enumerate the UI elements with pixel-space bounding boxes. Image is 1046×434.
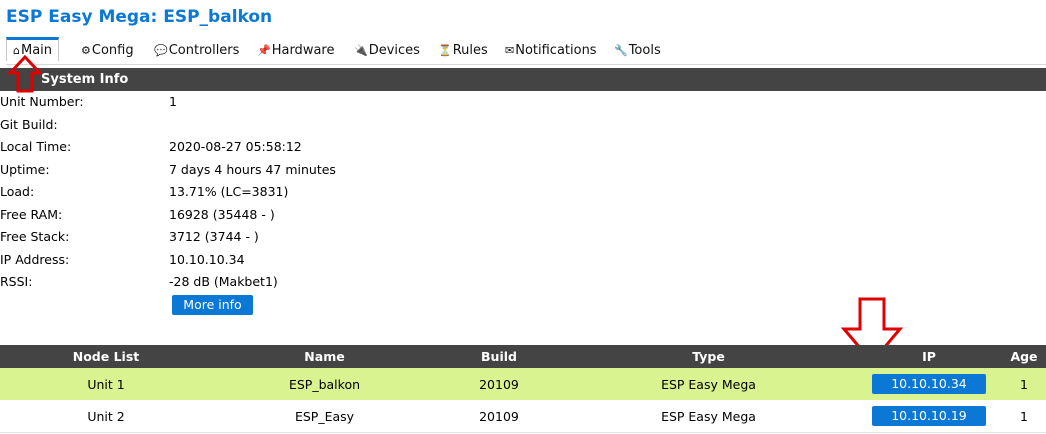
tab-config[interactable]: ⚙Config [81, 38, 134, 63]
info-label: Load: [0, 184, 35, 199]
node-list-table: Node List Name Build Type IP Age Unit 1 … [0, 345, 1046, 433]
tab-rules[interactable]: ⏳Rules [438, 38, 488, 63]
info-value: -28 dB (Makbet1) [169, 274, 278, 289]
cell-unit: Unit 1 [0, 368, 212, 400]
tab-tools[interactable]: 🔧Tools [614, 38, 661, 63]
info-label: Local Time: [0, 139, 72, 154]
table-header-row: Node List Name Build Type IP Age [0, 345, 1046, 368]
column-header-age: Age [1002, 345, 1046, 368]
ip-link-button[interactable]: 10.10.10.34 [872, 374, 986, 394]
info-value: 7 days 4 hours 47 minutes [169, 162, 336, 177]
info-label: Git Build: [0, 117, 58, 132]
cell-type: ESP Easy Mega [561, 400, 856, 433]
app-title: ESP Easy Mega: ESP_balkon [6, 7, 273, 27]
gear-icon: ⚙ [81, 44, 91, 57]
cell-build: 20109 [437, 368, 561, 400]
cell-name: ESP_balkon [212, 368, 437, 400]
tab-label: Rules [452, 43, 488, 58]
cell-unit: Unit 2 [0, 400, 212, 433]
info-value: 2020-08-27 05:58:12 [169, 139, 302, 154]
tab-label: Config [91, 43, 134, 58]
info-label: RSSI: [0, 274, 33, 289]
info-value: 16928 (35448 - ) [169, 207, 275, 222]
speech-bubble-icon: 💬 [154, 44, 168, 57]
cell-age: 1 [1002, 400, 1046, 433]
section-title: System Info [41, 72, 129, 87]
cell-type: ESP Easy Mega [561, 368, 856, 400]
info-label: Unit Number: [0, 94, 84, 109]
tab-controllers[interactable]: 💬Controllers [154, 38, 239, 63]
tab-notifications[interactable]: ✉Notifications [505, 38, 597, 63]
info-value: 13.71% (LC=3831) [169, 184, 289, 199]
cell-build: 20109 [437, 400, 561, 433]
plug-icon: 🔌 [354, 44, 368, 57]
column-header-type: Type [561, 345, 856, 368]
envelope-icon: ✉ [505, 44, 515, 57]
column-header-name: Name [212, 345, 437, 368]
cell-ip: 10.10.10.19 [856, 400, 1002, 433]
pin-icon: 📌 [257, 44, 271, 57]
tab-label: Controllers [168, 43, 240, 58]
table-row: Unit 2 ESP_Easy 20109 ESP Easy Mega 10.1… [0, 400, 1046, 433]
cell-name: ESP_Easy [212, 400, 437, 433]
table-row: Unit 1 ESP_balkon 20109 ESP Easy Mega 10… [0, 368, 1046, 400]
tab-hardware[interactable]: 📌Hardware [257, 38, 334, 63]
info-label: Free RAM: [0, 207, 63, 222]
info-label: IP Address: [0, 252, 70, 267]
tab-label: Hardware [271, 43, 335, 58]
tab-devices[interactable]: 🔌Devices [354, 38, 420, 63]
info-label: Free Stack: [0, 229, 70, 244]
tab-bar: ⌂Main ⚙Config 💬Controllers 📌Hardware 🔌De… [6, 37, 1046, 65]
tab-label: Devices [368, 43, 420, 58]
hourglass-icon: ⏳ [438, 44, 452, 57]
tab-label: Tools [628, 43, 661, 58]
more-info-button[interactable]: More info [172, 295, 253, 315]
tab-label: Notifications [515, 43, 597, 58]
info-label: Uptime: [0, 162, 50, 177]
wrench-icon: 🔧 [614, 44, 628, 57]
annotation-arrow-up-icon [8, 55, 42, 93]
column-header-build: Build [437, 345, 561, 368]
cell-ip: 10.10.10.34 [856, 368, 1002, 400]
system-info-header: System Info [0, 68, 1046, 91]
info-value: 1 [169, 94, 177, 109]
column-header-ip: IP [856, 345, 1002, 368]
info-value: 10.10.10.34 [169, 252, 245, 267]
ip-link-button[interactable]: 10.10.10.19 [872, 406, 986, 426]
info-value: 3712 (3744 - ) [169, 229, 259, 244]
cell-age: 1 [1002, 368, 1046, 400]
column-header-node-list: Node List [0, 345, 212, 368]
